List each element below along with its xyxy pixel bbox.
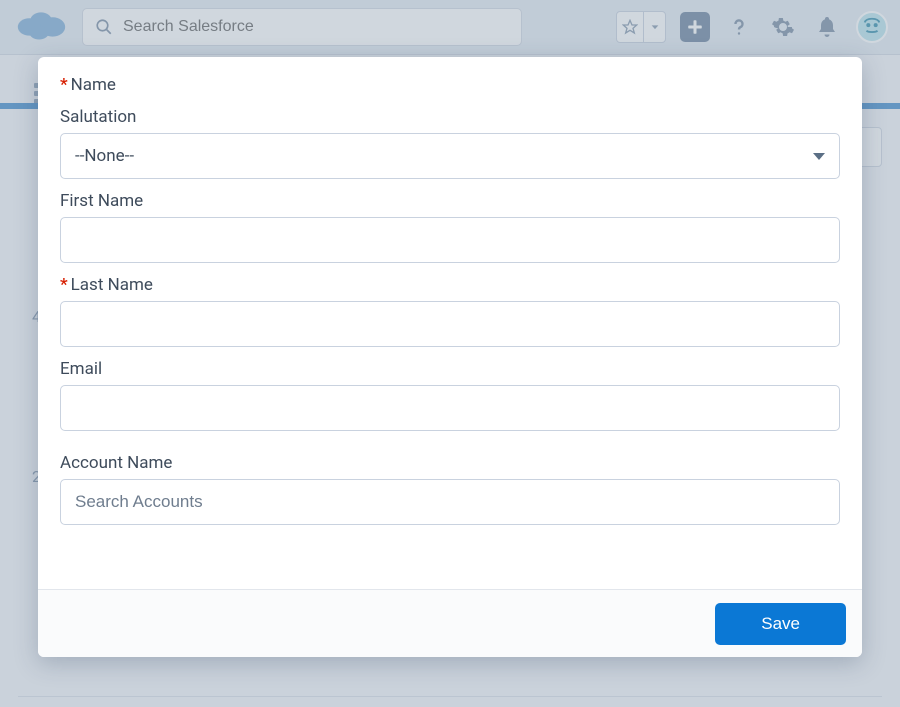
first-name-input[interactable] <box>60 217 840 263</box>
salutation-label: Salutation <box>60 107 840 127</box>
save-button[interactable]: Save <box>715 603 846 645</box>
last-name-input[interactable] <box>60 301 840 347</box>
last-name-label: *Last Name <box>60 275 840 295</box>
salutation-value: --None-- <box>75 146 134 166</box>
email-label: Email <box>60 359 840 379</box>
salutation-select[interactable]: --None-- <box>60 133 840 179</box>
email-input[interactable] <box>60 385 840 431</box>
modal-footer: Save <box>38 589 862 657</box>
first-name-label: First Name <box>60 191 840 211</box>
account-name-input[interactable] <box>60 479 840 525</box>
chevron-down-icon <box>813 153 825 160</box>
account-name-label: Account Name <box>60 453 840 473</box>
new-record-modal: *Name Salutation --None-- First Name *La… <box>38 57 862 657</box>
name-section-label: *Name <box>60 75 840 95</box>
